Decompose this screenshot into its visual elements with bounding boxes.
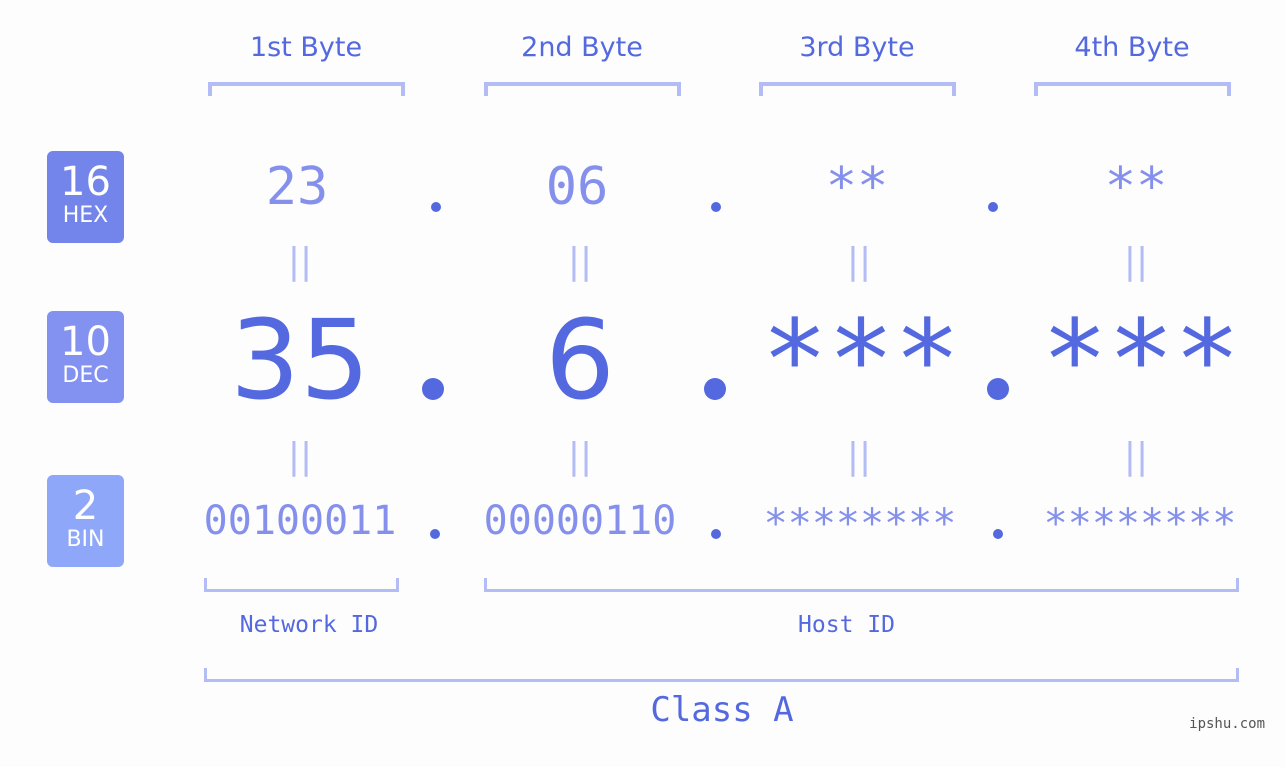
bin-dot-1 — [430, 529, 440, 539]
byte-bracket-3 — [759, 82, 956, 96]
network-id-bracket — [204, 578, 399, 592]
equals-sign: || — [846, 241, 872, 282]
dec-dot-3 — [987, 378, 1009, 400]
byte-bracket-4 — [1034, 82, 1231, 96]
hex-byte-4: ** — [1104, 157, 1168, 217]
equals-sign: || — [567, 436, 593, 477]
equals-sign: || — [1123, 436, 1149, 477]
byte-header-4: 4th Byte — [1074, 32, 1190, 63]
byte-header-3: 3rd Byte — [799, 32, 915, 63]
bin-byte-2: 00000110 — [483, 498, 677, 544]
equals-sign: || — [287, 241, 313, 282]
hex-byte-3: ** — [825, 157, 889, 217]
dec-base-number: 10 — [60, 319, 111, 365]
host-id-bracket — [484, 578, 1239, 592]
dec-byte-2: 6 — [545, 296, 615, 424]
bin-badge: 2 BIN — [47, 475, 124, 567]
byte-header-2: 2nd Byte — [521, 32, 643, 63]
dec-dot-2 — [704, 378, 726, 400]
hex-dot-2 — [711, 202, 721, 212]
bin-base-number: 2 — [72, 483, 99, 529]
bin-dot-2 — [711, 529, 721, 539]
hex-base-number: 16 — [60, 159, 111, 205]
hex-badge: 16 HEX — [47, 151, 124, 243]
byte-bracket-1 — [208, 82, 405, 96]
dec-base-label: DEC — [62, 363, 109, 388]
hex-byte-1: 23 — [265, 157, 329, 217]
bin-byte-3: ******** — [763, 501, 957, 547]
equals-sign: || — [287, 436, 313, 477]
byte-bracket-2 — [484, 82, 681, 96]
equals-sign: || — [1123, 241, 1149, 282]
hex-dot-1 — [431, 202, 441, 212]
dec-dot-1 — [422, 378, 444, 400]
dec-badge: 10 DEC — [47, 311, 124, 403]
equals-sign: || — [567, 241, 593, 282]
hex-dot-3 — [988, 202, 998, 212]
bin-base-label: BIN — [66, 527, 105, 552]
class-bracket — [204, 668, 1239, 682]
bin-byte-4: ******** — [1043, 501, 1237, 547]
dec-byte-3: *** — [761, 296, 961, 424]
host-id-label: Host ID — [798, 612, 895, 638]
byte-header-1: 1st Byte — [249, 32, 363, 63]
dec-byte-1: 35 — [230, 296, 370, 424]
hex-base-label: HEX — [62, 203, 109, 228]
hex-byte-2: 06 — [545, 157, 609, 217]
watermark: ipshu.com — [1189, 716, 1265, 732]
bin-byte-1: 00100011 — [203, 498, 397, 544]
bin-dot-3 — [993, 529, 1003, 539]
dec-byte-4: *** — [1041, 296, 1241, 424]
equals-sign: || — [846, 436, 872, 477]
network-id-label: Network ID — [239, 612, 379, 638]
class-label: Class A — [650, 690, 794, 730]
